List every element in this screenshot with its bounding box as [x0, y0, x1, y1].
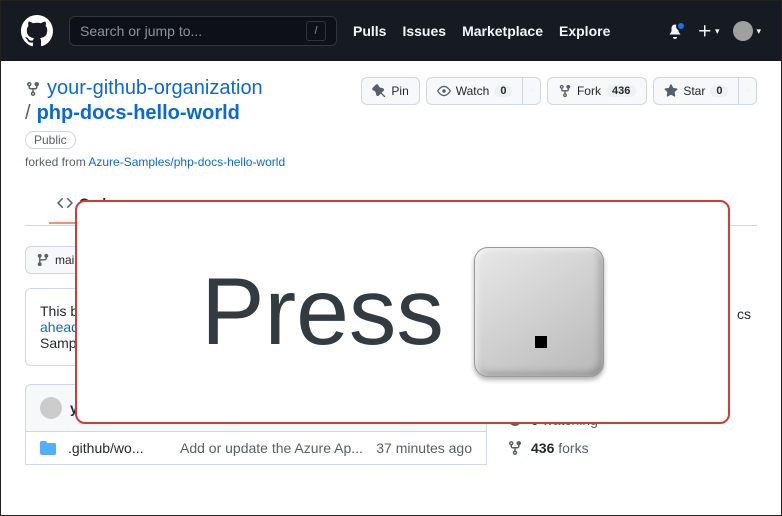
pin-icon — [372, 84, 386, 98]
slash-key-hint: / — [306, 21, 326, 41]
notifications-button[interactable] — [667, 23, 683, 39]
fork-icon — [507, 440, 523, 456]
nav-issues[interactable]: Issues — [402, 23, 446, 39]
forked-from: forked from Azure-Samples/php-docs-hello… — [25, 155, 285, 169]
ahead-link[interactable]: ahead — [40, 319, 79, 335]
file-time: 37 minutes ago — [376, 440, 472, 456]
repo-title: your-github-organization — [25, 77, 285, 100]
fork-count: 436 — [606, 85, 636, 97]
commit-avatar[interactable] — [40, 397, 62, 419]
caret-down-icon: ▾ — [715, 26, 720, 37]
period-key-icon — [474, 247, 604, 377]
code-icon — [57, 195, 73, 211]
repo-actions: Pin Watch 0 ▾ Fork 436 Star 0 — [361, 77, 757, 105]
file-commit-msg[interactable]: Add or update the Azure Ap... — [180, 440, 364, 456]
pin-button[interactable]: Pin — [361, 77, 419, 105]
star-icon — [664, 84, 678, 98]
star-button[interactable]: Star 0 — [653, 77, 739, 105]
fork-source-link[interactable]: Azure-Samples/php-docs-hello-world — [88, 155, 285, 169]
caret-down-icon: ▾ — [756, 26, 761, 37]
fork-icon — [558, 84, 572, 98]
file-row[interactable]: .github/wo... Add or update the Azure Ap… — [25, 432, 487, 465]
primary-nav: Pulls Issues Marketplace Explore — [353, 23, 610, 39]
repo-forked-icon — [25, 81, 41, 97]
instruction-overlay: Press — [75, 200, 730, 424]
notification-indicator — [676, 21, 686, 31]
repo-link[interactable]: php-docs-hello-world — [37, 102, 240, 125]
watch-count: 0 — [494, 85, 512, 97]
forks-stat[interactable]: 436 forks — [507, 440, 757, 456]
path-separator: / — [25, 102, 31, 125]
watch-button[interactable]: Watch 0 — [426, 77, 524, 105]
star-count: 0 — [710, 85, 728, 97]
caret-down-icon: ▾ — [745, 86, 750, 97]
press-label: Press — [201, 258, 444, 367]
nav-marketplace[interactable]: Marketplace — [462, 23, 543, 39]
org-link[interactable]: your-github-organization — [47, 77, 263, 100]
file-name[interactable]: .github/wo... — [68, 440, 168, 456]
search-input[interactable]: Search or jump to... / — [69, 16, 337, 46]
nav-explore[interactable]: Explore — [559, 23, 610, 39]
watch-dropdown[interactable]: ▾ — [523, 77, 541, 105]
fork-button[interactable]: Fork 436 — [547, 77, 647, 105]
branch-icon — [36, 253, 50, 267]
avatar — [733, 21, 753, 41]
folder-icon — [40, 440, 56, 456]
caret-down-icon: ▾ — [529, 86, 534, 97]
star-dropdown[interactable]: ▾ — [739, 77, 757, 105]
user-menu[interactable]: ▾ — [733, 21, 761, 41]
create-menu[interactable]: ▾ — [697, 23, 720, 39]
visibility-badge: Public — [25, 131, 76, 149]
eye-icon — [437, 84, 451, 98]
search-placeholder: Search or jump to... — [80, 23, 202, 39]
nav-pulls[interactable]: Pulls — [353, 23, 386, 39]
github-logo[interactable] — [21, 15, 53, 47]
global-header: Search or jump to... / Pulls Issues Mark… — [1, 1, 781, 61]
